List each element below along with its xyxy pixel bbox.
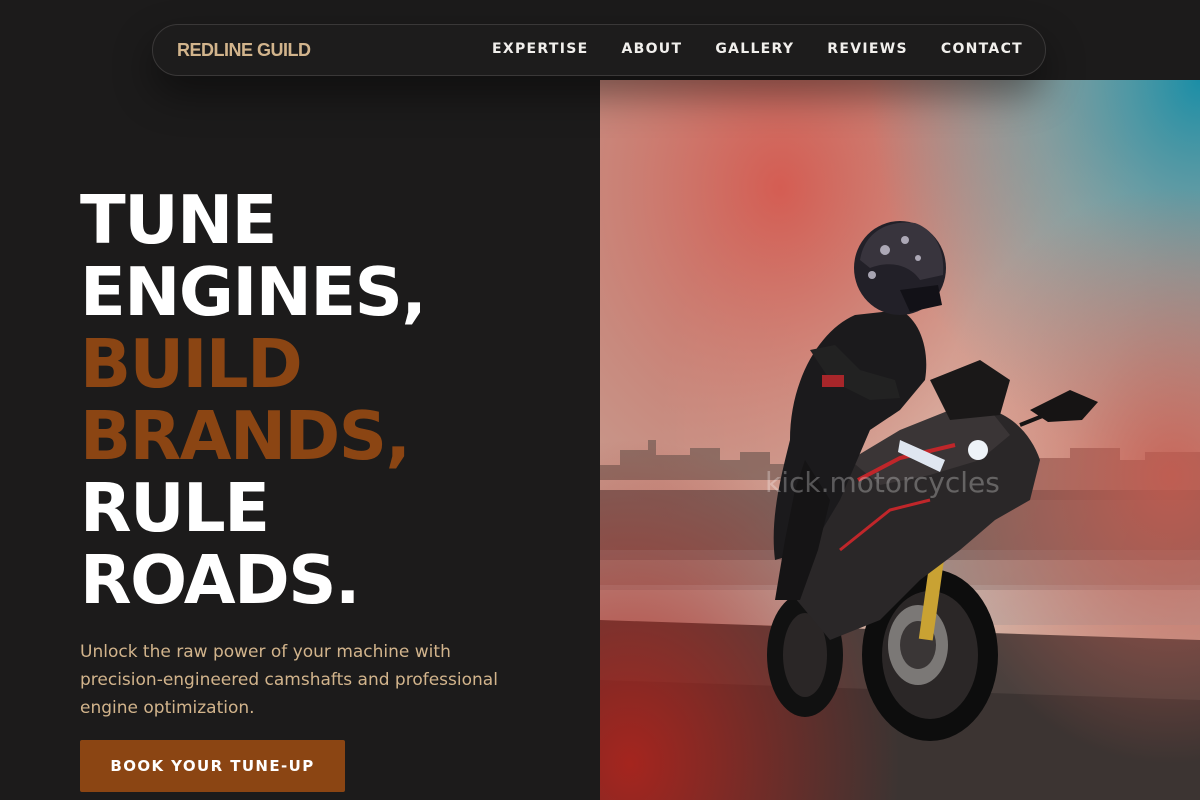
- nav-link-contact[interactable]: CONTACT: [941, 41, 1023, 57]
- image-watermark: kick.motorcycles: [765, 466, 1000, 499]
- headline-line-3: BUILD: [80, 325, 303, 403]
- nav-link-gallery[interactable]: GALLERY: [715, 41, 794, 57]
- nav-link-reviews[interactable]: REVIEWS: [827, 41, 908, 57]
- brand-logo[interactable]: REDLINE GUILD: [177, 40, 311, 61]
- hero-headline: TUNE ENGINES, BUILD BRANDS, RULE ROADS.: [80, 181, 427, 619]
- hero-motorcycle-image: kick.motorcycles: [600, 80, 1200, 800]
- nav-link-about[interactable]: ABOUT: [621, 41, 682, 57]
- headline-line-5: RULE: [80, 469, 270, 547]
- book-tune-up-button[interactable]: BOOK YOUR TUNE-UP: [80, 740, 345, 792]
- headline-line-1: TUNE: [80, 181, 277, 259]
- motorcycle-photo-illustration: kick.motorcycles: [600, 80, 1200, 800]
- headline-line-6: ROADS.: [80, 541, 360, 619]
- hero-description: Unlock the raw power of your machine wit…: [80, 642, 498, 718]
- headline-line-2: ENGINES,: [80, 253, 427, 331]
- landing-page: REDLINE GUILD EXPERTISE ABOUT GALLERY RE…: [0, 0, 1200, 800]
- nav-links: EXPERTISE ABOUT GALLERY REVIEWS CONTACT: [492, 41, 1023, 57]
- headline-line-4: BRANDS,: [80, 397, 411, 475]
- nav-link-expertise[interactable]: EXPERTISE: [492, 41, 588, 57]
- top-navigation: REDLINE GUILD EXPERTISE ABOUT GALLERY RE…: [152, 24, 1046, 76]
